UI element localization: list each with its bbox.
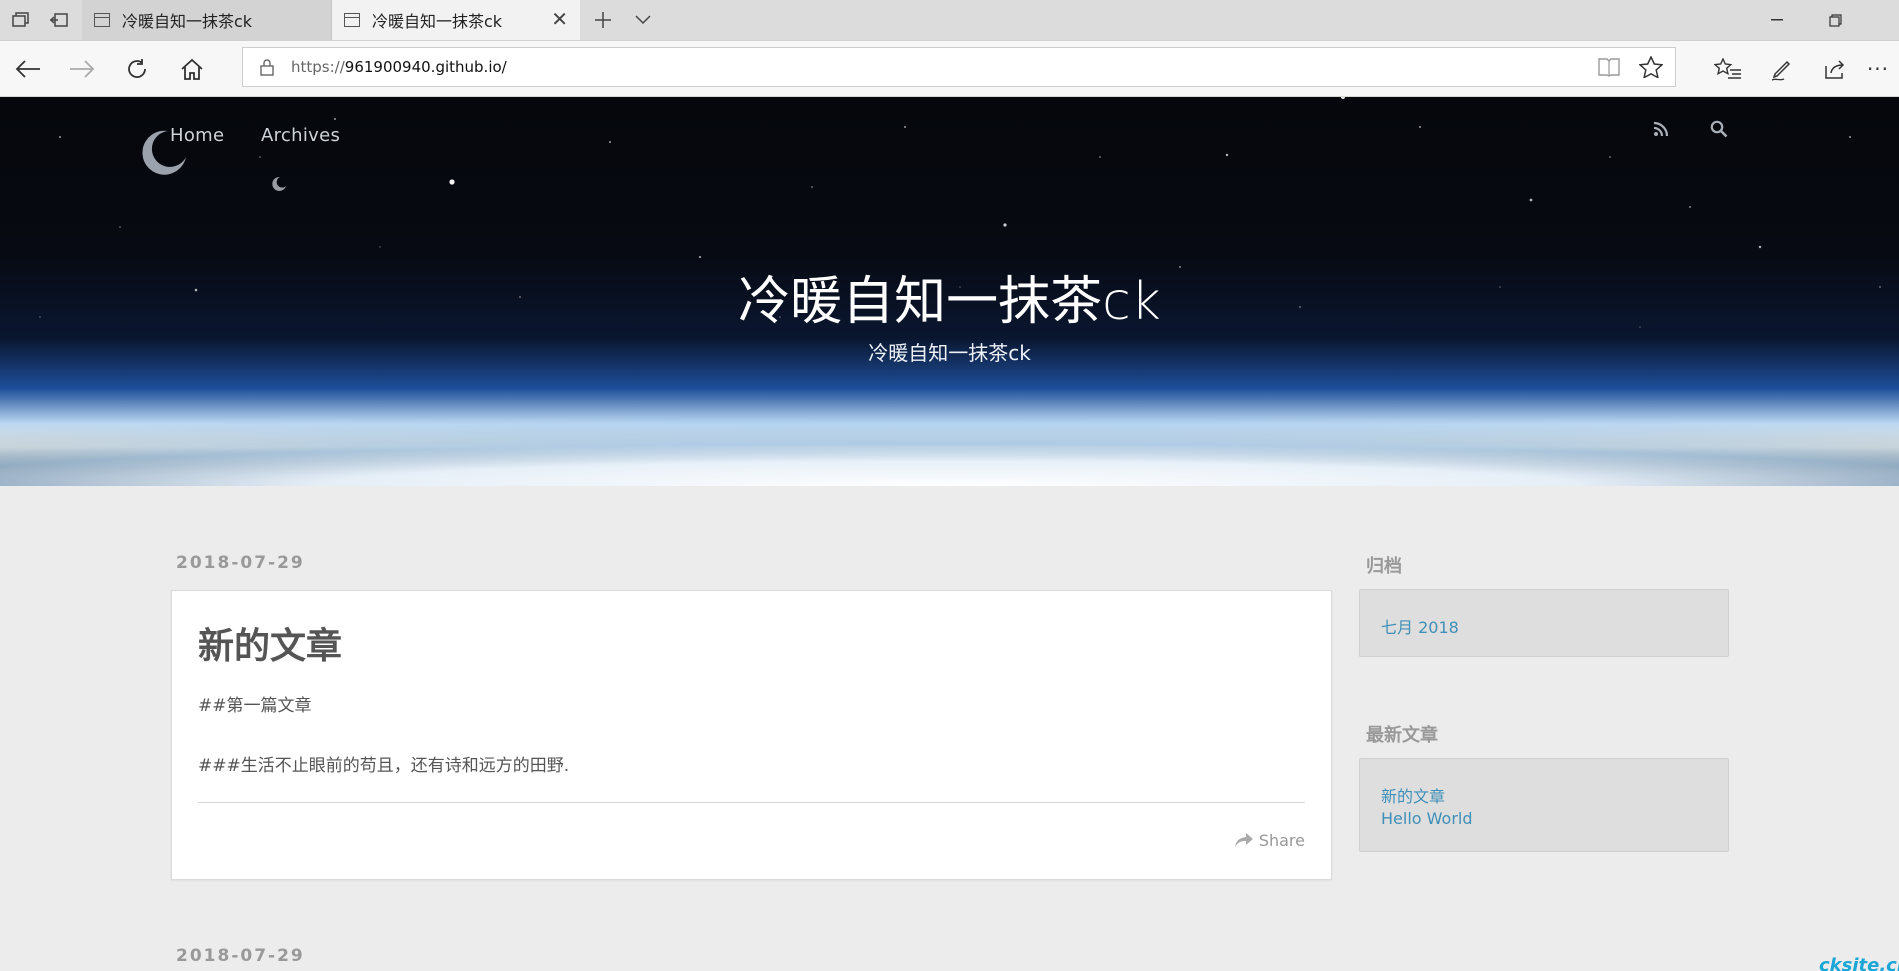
post-card: 新的文章 ##第一篇文章 ###生活不止眼前的苟且，还有诗和远方的田野. Sha… — [171, 590, 1332, 880]
nav-home-link[interactable]: Home — [170, 125, 224, 146]
search-icon[interactable] — [1710, 120, 1728, 142]
hero-banner: Home Archives 冷暖自知一抹茶ck 冷暖自知一抹茶ck — [0, 97, 1899, 486]
set-tabs-aside-icon[interactable] — [46, 8, 72, 32]
close-tab-icon[interactable]: ✕ — [551, 9, 568, 29]
more-options-icon[interactable]: ··· — [1858, 49, 1898, 89]
recent-post-link[interactable]: Hello World — [1381, 809, 1473, 828]
reading-view-icon[interactable] — [1597, 57, 1621, 81]
refresh-icon[interactable] — [117, 49, 157, 89]
rss-icon[interactable] — [1653, 121, 1669, 141]
favorite-star-icon[interactable] — [1638, 55, 1664, 82]
recent-posts-heading: 最新文章 — [1366, 725, 1438, 746]
share-icon[interactable] — [1816, 49, 1856, 89]
post-paragraph: ###生活不止眼前的苟且，还有诗和远方的田野. — [198, 756, 570, 776]
tab-title: 冷暖自知一抹茶ck — [122, 12, 253, 31]
tab-1[interactable]: 冷暖自知一抹茶ck — [82, 0, 332, 40]
archive-link[interactable]: 七月 2018 — [1381, 614, 1459, 638]
site-title: 冷暖自知一抹茶ck — [738, 272, 1161, 332]
share-label: Share — [1258, 831, 1305, 850]
home-icon[interactable] — [172, 49, 212, 89]
favorites-hub-icon[interactable] — [1708, 49, 1748, 89]
tab-2[interactable]: 冷暖自知一抹茶ck ✕ — [332, 0, 580, 40]
tab-sets-icon[interactable] — [8, 8, 34, 32]
recent-posts-widget: 新的文章 Hello World — [1359, 758, 1729, 852]
post-title-link[interactable]: 新的文章 — [198, 617, 342, 669]
page-icon — [344, 13, 360, 27]
web-note-pen-icon[interactable] — [1762, 49, 1802, 89]
post-paragraph: ##第一篇文章 — [198, 696, 312, 716]
share-arrow-icon — [1234, 833, 1253, 847]
back-arrow-icon[interactable] — [8, 49, 48, 89]
lock-icon — [259, 58, 275, 80]
tab-title: 冷暖自知一抹茶ck — [372, 12, 503, 31]
restore-icon[interactable] — [1807, 0, 1863, 40]
browser-tab-bar: 冷暖自知一抹茶ck 冷暖自知一抹茶ck ✕ — [0, 0, 1899, 41]
address-bar[interactable]: https://961900940.github.io/ — [242, 47, 1676, 87]
recent-post-link[interactable]: 新的文章 — [1381, 783, 1445, 807]
post-date: 2018-07-29 — [176, 553, 305, 573]
post-divider — [198, 802, 1305, 803]
share-button[interactable]: Share — [1234, 831, 1305, 850]
url-text: https://961900940.github.io/ — [291, 58, 507, 76]
archive-heading: 归档 — [1366, 556, 1402, 577]
tab-preview-chevron-icon[interactable] — [630, 8, 656, 32]
new-tab-icon[interactable] — [590, 8, 616, 32]
forward-arrow-icon[interactable] — [62, 49, 102, 89]
archive-widget: 七月 2018 — [1359, 589, 1729, 657]
page-icon — [94, 13, 110, 27]
nav-archives-link[interactable]: Archives — [261, 125, 340, 146]
browser-nav-bar: https://961900940.github.io/ ··· — [0, 41, 1899, 97]
site-subtitle: 冷暖自知一抹茶ck — [868, 341, 1031, 365]
post-date: 2018-07-29 — [176, 946, 305, 966]
minimize-icon[interactable] — [1749, 0, 1805, 40]
watermark: cksite.cn — [1819, 955, 1899, 971]
